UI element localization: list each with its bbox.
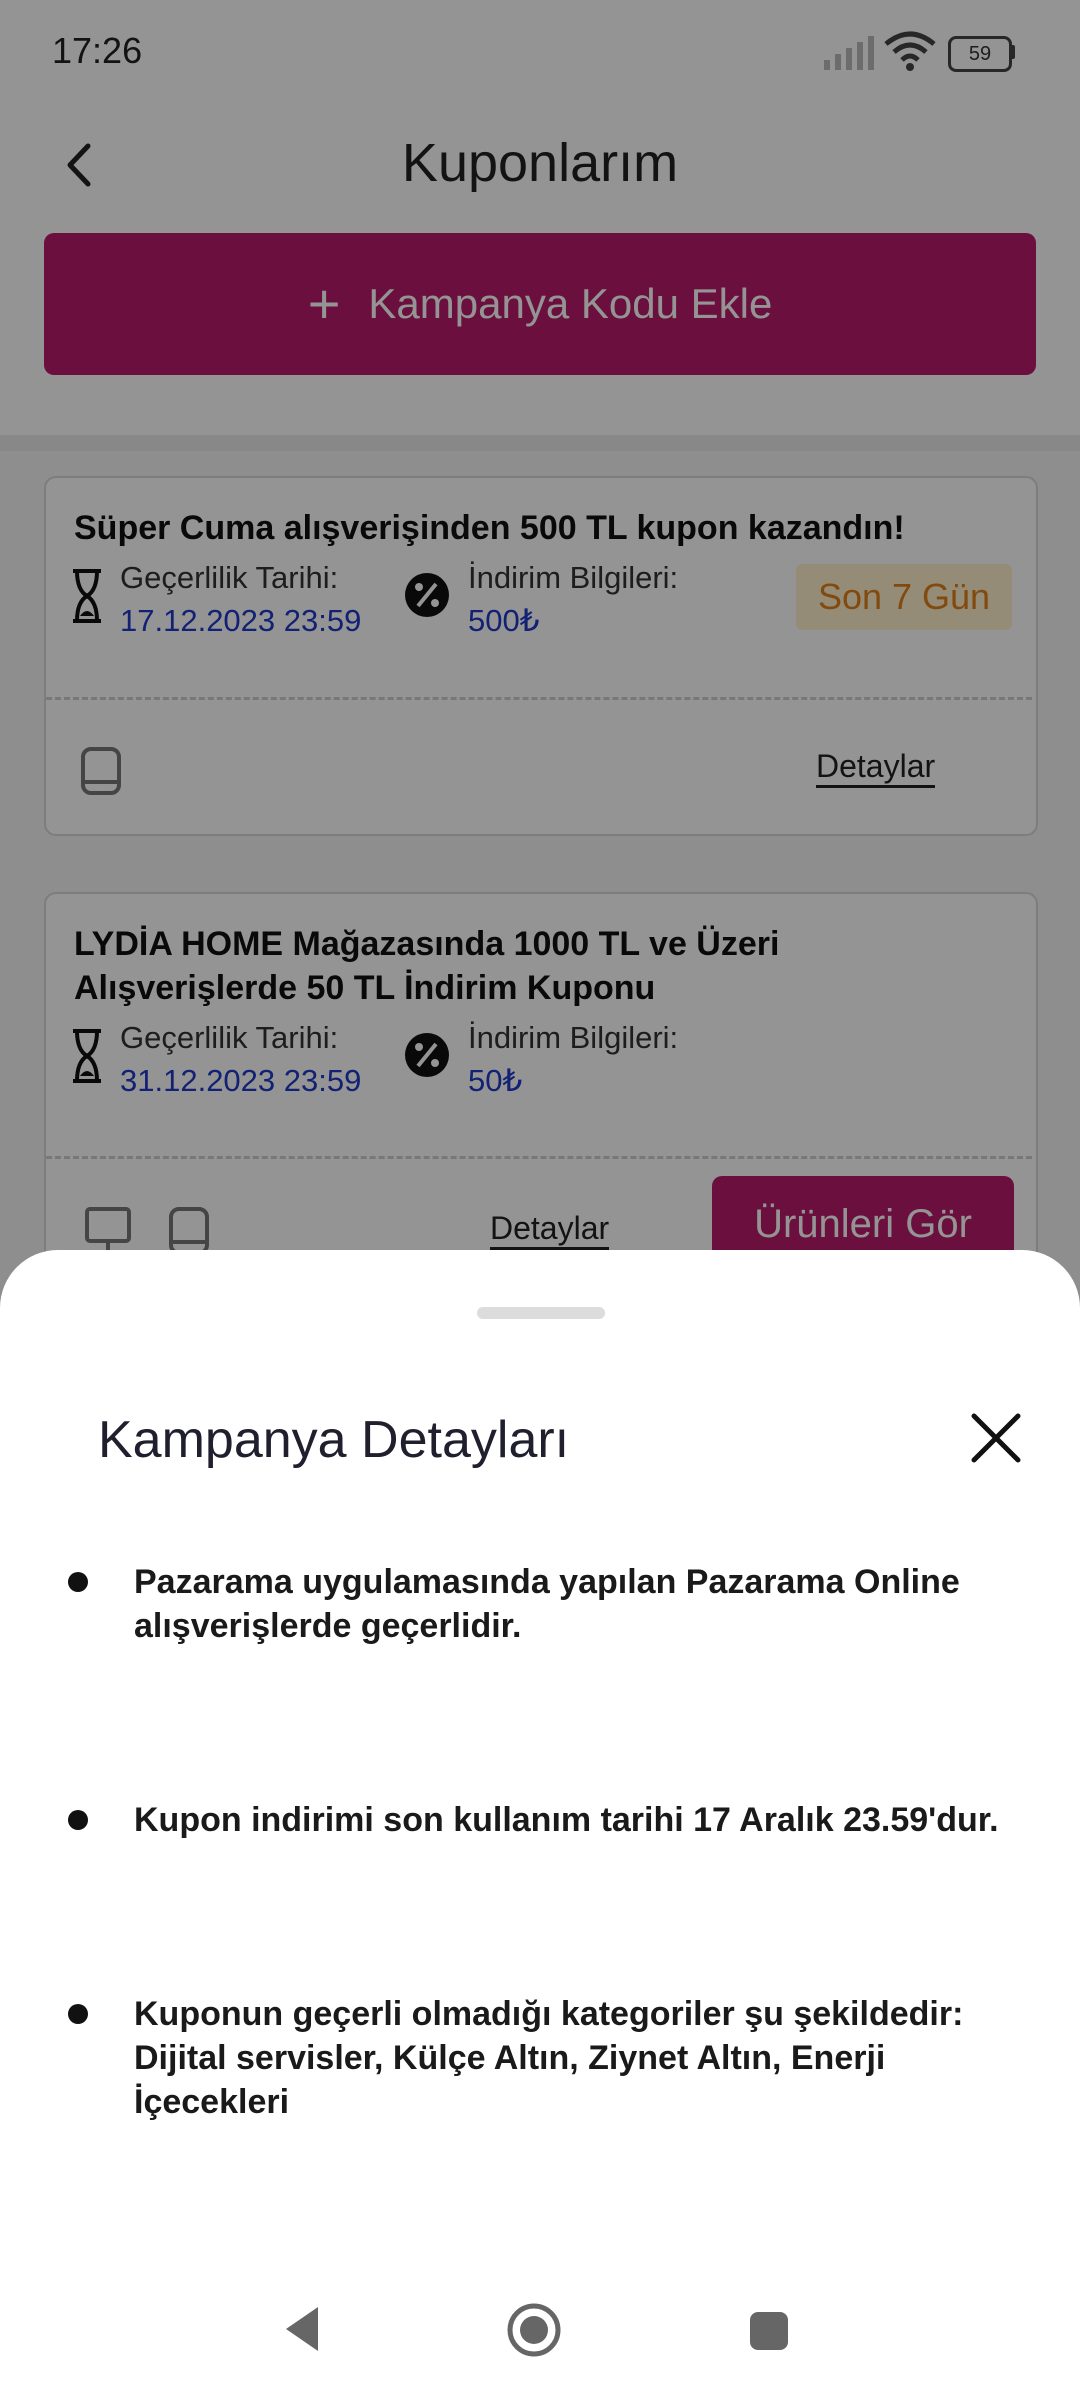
detail-item-3-line3: İçecekleri <box>134 2083 290 2121</box>
nav-back-icon[interactable] <box>282 2304 322 2354</box>
close-icon[interactable] <box>970 1412 1022 1464</box>
bullet-icon <box>68 2004 88 2024</box>
detail-item-3: Kuponun geçerli olmadığı kategoriler şu … <box>134 1992 1034 2124</box>
bullet-icon <box>68 1810 88 1830</box>
sheet-title: Kampanya Detayları <box>98 1411 570 1469</box>
nav-recents-icon[interactable] <box>748 2310 790 2352</box>
nav-home-icon[interactable] <box>506 2302 562 2358</box>
bullet-icon <box>68 1572 88 1592</box>
detail-item-1-line2: alışverişlerde geçerlidir. <box>134 1607 522 1645</box>
detail-item-3-line1: Kuponun geçerli olmadığı kategoriler şu … <box>134 1995 964 2033</box>
detail-item-2-line1: Kupon indirimi son kullanım tarihi 17 Ar… <box>134 1801 999 1839</box>
detail-item-3-line2: Dijital servisler, Külçe Altın, Ziynet A… <box>134 2039 886 2077</box>
detail-item-1: Pazarama uygulamasında yapılan Pazarama … <box>134 1560 1034 1648</box>
detail-item-2: Kupon indirimi son kullanım tarihi 17 Ar… <box>134 1798 1044 1842</box>
sheet-drag-handle[interactable] <box>477 1307 605 1319</box>
detail-item-1-line1: Pazarama uygulamasında yapılan Pazarama … <box>134 1563 960 1601</box>
